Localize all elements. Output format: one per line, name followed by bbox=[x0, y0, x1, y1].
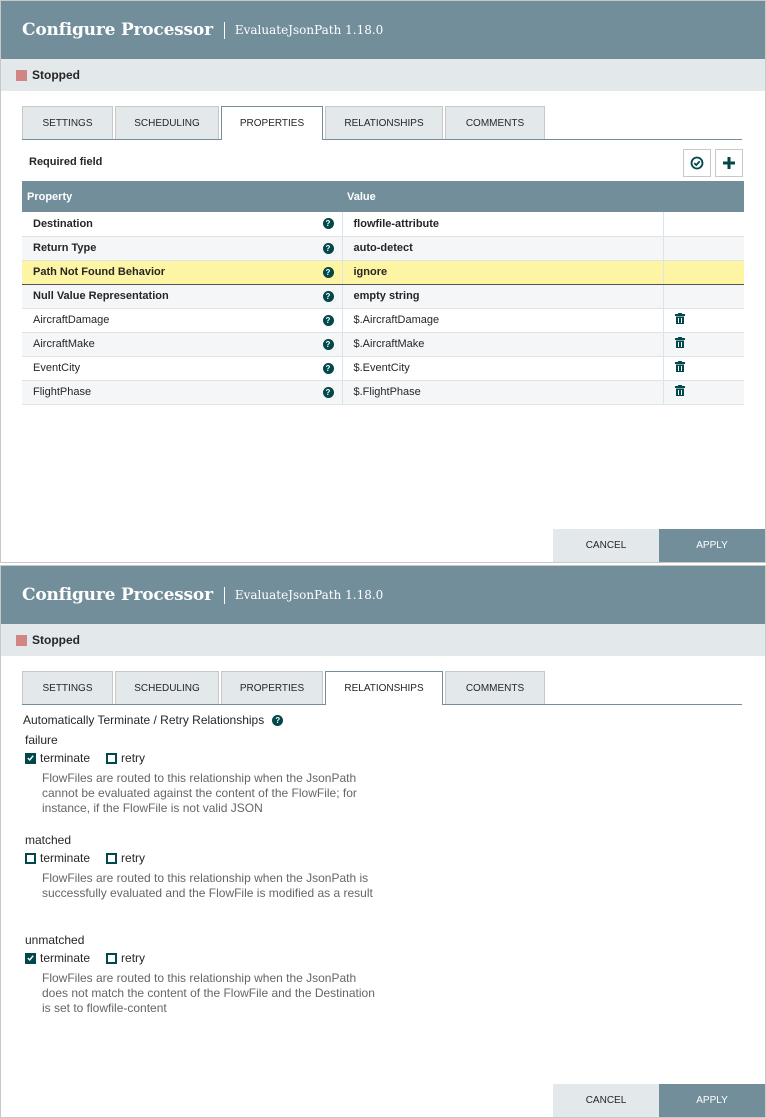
auto-terminate-heading: Automatically Terminate / Retry Relation… bbox=[23, 713, 284, 727]
relationship-failure: failure terminate retry FlowFiles are ro… bbox=[25, 733, 382, 816]
tab-comments[interactable]: COMMENTS bbox=[445, 106, 545, 139]
trash-icon[interactable] bbox=[674, 313, 685, 324]
cancel-button[interactable]: CANCEL bbox=[553, 1084, 659, 1117]
relationship-description: FlowFiles are routed to this relationshi… bbox=[42, 871, 373, 900]
terminate-checkbox[interactable]: terminate bbox=[25, 851, 90, 865]
tab-scheduling[interactable]: SCHEDULING bbox=[115, 671, 219, 704]
tab-relationships[interactable]: RELATIONSHIPS bbox=[325, 106, 443, 139]
help-icon[interactable]: ? bbox=[272, 714, 284, 726]
property-value[interactable]: auto-detect bbox=[341, 236, 663, 261]
trash-icon[interactable] bbox=[674, 337, 685, 348]
table-row[interactable]: Null Value Representation? empty string bbox=[22, 284, 744, 309]
trash-icon[interactable] bbox=[674, 385, 685, 396]
help-icon[interactable]: ? bbox=[322, 314, 334, 326]
checkmark-icon bbox=[25, 752, 36, 764]
add-property-button[interactable] bbox=[715, 149, 743, 177]
plus-icon bbox=[723, 157, 735, 169]
tab-properties[interactable]: PROPERTIES bbox=[221, 106, 323, 140]
check-circle-icon bbox=[690, 156, 704, 170]
terminate-checkbox[interactable]: terminate bbox=[25, 951, 90, 965]
dialog-title: Configure Processor bbox=[22, 20, 213, 40]
help-icon[interactable]: ? bbox=[322, 386, 334, 398]
header-divider bbox=[223, 21, 225, 39]
tab-bar: SETTINGS SCHEDULING PROPERTIES RELATIONS… bbox=[22, 106, 742, 140]
table-row[interactable]: AircraftMake? $.AircraftMake bbox=[22, 332, 744, 357]
properties-table: Property Value Destination? flowfile-att… bbox=[22, 181, 744, 405]
relationship-matched: matched terminate retry FlowFiles are ro… bbox=[25, 833, 382, 901]
retry-checkbox[interactable]: retry bbox=[106, 951, 145, 965]
verify-properties-button[interactable] bbox=[683, 149, 711, 177]
property-value[interactable]: $.AircraftMake bbox=[341, 332, 663, 357]
checkmark-icon bbox=[25, 952, 36, 964]
relationship-name: failure bbox=[25, 733, 58, 747]
configure-processor-dialog-relationships: Configure Processor EvaluateJsonPath 1.1… bbox=[0, 565, 766, 1118]
help-icon[interactable]: ? bbox=[322, 218, 334, 229]
property-value[interactable]: $.FlightPhase bbox=[341, 380, 663, 405]
tab-properties[interactable]: PROPERTIES bbox=[221, 671, 323, 704]
tab-settings[interactable]: SETTINGS bbox=[22, 106, 113, 139]
status-text: Stopped bbox=[32, 68, 80, 82]
dialog-subtitle: EvaluateJsonPath 1.18.0 bbox=[234, 588, 384, 602]
property-value[interactable]: empty string bbox=[341, 284, 663, 309]
header-divider bbox=[223, 586, 225, 604]
cancel-button[interactable]: CANCEL bbox=[553, 529, 659, 562]
property-value[interactable]: $.EventCity bbox=[341, 356, 663, 381]
retry-checkbox[interactable]: retry bbox=[106, 851, 145, 865]
column-value: Value bbox=[342, 181, 663, 212]
tab-comments[interactable]: COMMENTS bbox=[445, 671, 545, 704]
tab-bar: SETTINGS SCHEDULING PROPERTIES RELATIONS… bbox=[22, 671, 742, 705]
help-icon[interactable]: ? bbox=[322, 242, 334, 254]
table-row[interactable]: Return Type? auto-detect bbox=[22, 236, 744, 261]
dialog-title: Configure Processor bbox=[22, 585, 213, 605]
required-field-label: Required field bbox=[29, 156, 103, 168]
tab-relationships[interactable]: RELATIONSHIPS bbox=[325, 671, 443, 705]
property-name: Return Type bbox=[33, 242, 97, 254]
column-property: Property bbox=[22, 181, 342, 212]
table-row[interactable]: EventCity? $.EventCity bbox=[22, 356, 744, 381]
relationship-description: FlowFiles are routed to this relationshi… bbox=[42, 971, 375, 1015]
apply-button[interactable]: APPLY bbox=[659, 529, 765, 562]
relationship-name: unmatched bbox=[25, 933, 85, 947]
dialog-footer: CANCEL APPLY bbox=[553, 1084, 765, 1117]
configure-processor-dialog-properties: Configure Processor EvaluateJsonPath 1.1… bbox=[0, 0, 766, 563]
table-row[interactable]: Destination? flowfile-attribute bbox=[22, 212, 744, 237]
property-name: AircraftDamage bbox=[33, 314, 110, 326]
tab-scheduling[interactable]: SCHEDULING bbox=[115, 106, 219, 139]
table-row[interactable]: AircraftDamage? $.AircraftDamage bbox=[22, 308, 744, 333]
property-name: EventCity bbox=[33, 362, 81, 374]
auto-terminate-label: Automatically Terminate / Retry Relation… bbox=[23, 713, 265, 727]
stopped-icon bbox=[16, 69, 27, 81]
table-row-selected[interactable]: Path Not Found Behavior? ignore bbox=[22, 259, 744, 285]
help-icon[interactable]: ? bbox=[322, 290, 334, 302]
status-bar: Stopped bbox=[1, 59, 765, 91]
help-icon[interactable]: ? bbox=[322, 338, 334, 350]
relationship-description: FlowFiles are routed to this relationshi… bbox=[42, 771, 357, 815]
dialog-header: Configure Processor EvaluateJsonPath 1.1… bbox=[1, 566, 765, 624]
status-bar: Stopped bbox=[1, 624, 765, 656]
property-name: Path Not Found Behavior bbox=[33, 266, 165, 278]
apply-button[interactable]: APPLY bbox=[659, 1084, 765, 1117]
property-name: FlightPhase bbox=[33, 386, 92, 398]
property-value[interactable]: ignore bbox=[341, 259, 663, 285]
table-row[interactable]: FlightPhase? $.FlightPhase bbox=[22, 380, 744, 405]
help-icon[interactable]: ? bbox=[322, 362, 334, 374]
tab-settings[interactable]: SETTINGS bbox=[22, 671, 113, 704]
property-value[interactable]: flowfile-attribute bbox=[341, 212, 663, 237]
relationship-name: matched bbox=[25, 833, 72, 847]
terminate-checkbox[interactable]: terminate bbox=[25, 751, 90, 765]
retry-checkbox[interactable]: retry bbox=[106, 751, 145, 765]
property-value[interactable]: $.AircraftDamage bbox=[341, 308, 663, 333]
table-header: Property Value bbox=[22, 181, 744, 212]
dialog-footer: CANCEL APPLY bbox=[553, 529, 765, 562]
property-name: Null Value Representation bbox=[33, 290, 169, 302]
help-icon[interactable]: ? bbox=[322, 266, 334, 278]
trash-icon[interactable] bbox=[674, 361, 685, 372]
stopped-icon bbox=[16, 634, 27, 646]
relationship-unmatched: unmatched terminate retry FlowFiles are … bbox=[25, 933, 382, 1016]
status-text: Stopped bbox=[32, 633, 80, 647]
dialog-header: Configure Processor EvaluateJsonPath 1.1… bbox=[1, 1, 765, 59]
property-name: Destination bbox=[33, 217, 93, 230]
property-name: AircraftMake bbox=[33, 338, 95, 350]
dialog-subtitle: EvaluateJsonPath 1.18.0 bbox=[234, 23, 384, 37]
